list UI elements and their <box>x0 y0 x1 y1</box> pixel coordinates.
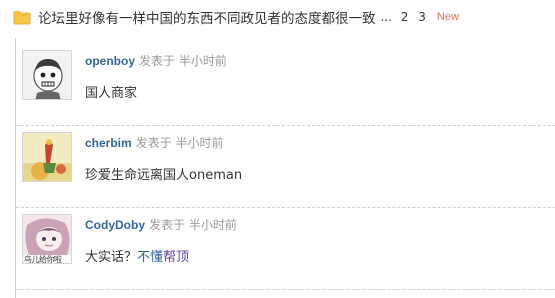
reply-link-budong[interactable]: 不懂 <box>137 250 163 265</box>
reply-item: cherbim 发表于 半小时前 珍爱生命远离国人oneman <box>16 120 555 206</box>
pager-page-2[interactable]: 2 <box>401 10 409 24</box>
thread-pager: ... 2 3 <box>381 10 429 24</box>
reply-meta: openboy 发表于 半小时前 <box>85 52 227 69</box>
reply-message: 大实话？不懂帮顶 <box>85 246 189 265</box>
pager-ellipsis: ... <box>380 10 392 24</box>
avatar-cherbim-image <box>23 133 71 181</box>
reply-divider <box>16 289 555 290</box>
author-link[interactable]: CodyDoby <box>85 218 145 232</box>
reply-list: openboy 发表于 半小时前 国人商家 cherbim 发表于 半小时前 珍爱生… <box>15 38 555 298</box>
author-link[interactable]: cherbim <box>85 136 132 150</box>
avatar[interactable] <box>22 50 72 100</box>
reply-item: openboy 发表于 半小时前 国人商家 <box>16 38 555 124</box>
post-time: 发表于 半小时前 <box>139 54 227 68</box>
avatar[interactable] <box>22 132 72 182</box>
avatar-caption: 鸟儿给你啦 <box>24 255 62 264</box>
reply-message: 国人商家 <box>85 86 138 101</box>
reply-message-text: 大实话？ <box>85 250 138 265</box>
new-badge: New <box>436 11 459 23</box>
folder-icon <box>13 10 31 24</box>
avatar[interactable]: 鸟儿给你啦 <box>22 214 72 264</box>
author-link[interactable]: openboy <box>85 54 135 68</box>
avatar-openboy-image <box>23 51 71 99</box>
reply-item: 鸟儿给你啦 CodyDoby 发表于 半小时前 大实话？不懂帮顶 <box>16 202 555 288</box>
thread-title[interactable]: 论坛里好像有一样中国的东西不同政见者的态度都很一致 <box>38 7 376 27</box>
post-time: 发表于 半小时前 <box>135 136 224 150</box>
thread-header: 论坛里好像有一样中国的东西不同政见者的态度都很一致 ... 2 3 New <box>0 0 555 34</box>
reply-link-bangding[interactable]: 帮顶 <box>163 250 189 265</box>
post-time: 发表于 半小时前 <box>149 218 237 232</box>
pager-page-3[interactable]: 3 <box>418 10 426 24</box>
reply-meta: cherbim 发表于 半小时前 <box>85 134 224 151</box>
reply-meta: CodyDoby 发表于 半小时前 <box>85 216 237 233</box>
reply-message: 珍爱生命远离国人oneman <box>85 168 243 183</box>
